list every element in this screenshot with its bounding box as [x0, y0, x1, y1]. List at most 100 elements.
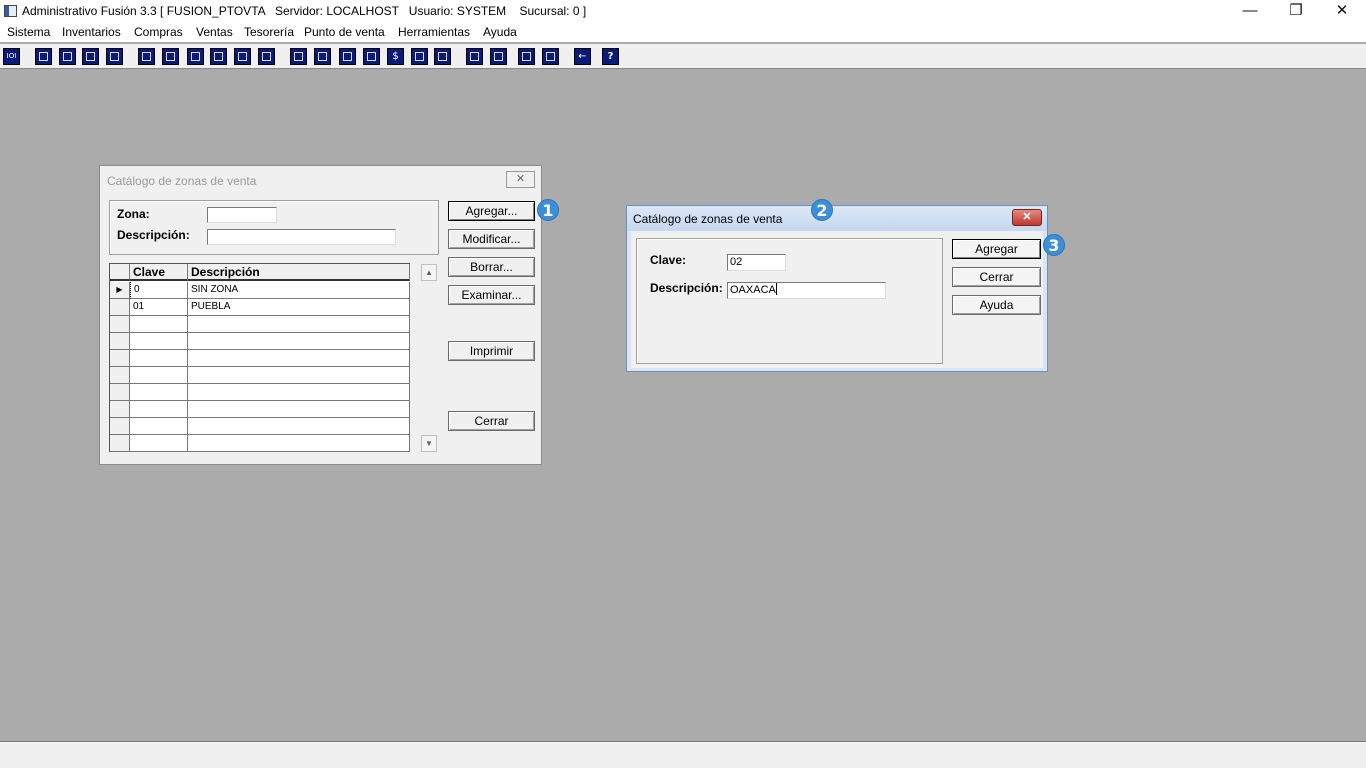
- cell-clave[interactable]: [130, 418, 188, 435]
- add-icon[interactable]: [363, 48, 380, 65]
- column-header-descripcion[interactable]: Descripción: [188, 264, 410, 281]
- cerrar-add-button[interactable]: Cerrar: [952, 267, 1041, 287]
- dollar-icon[interactable]: $: [387, 48, 404, 65]
- table-row[interactable]: [110, 384, 410, 401]
- cell-descripcion[interactable]: [188, 384, 410, 401]
- list-icon[interactable]: [258, 48, 275, 65]
- zoom-icon[interactable]: [106, 48, 123, 65]
- refresh-icon[interactable]: [518, 48, 535, 65]
- table-row[interactable]: [110, 316, 410, 333]
- menu-ayuda[interactable]: Ayuda: [483, 25, 517, 39]
- menu-compras[interactable]: Compras: [134, 25, 183, 39]
- cell-descripcion[interactable]: [188, 367, 410, 384]
- back-arrow-icon[interactable]: ←: [574, 48, 591, 65]
- user-icon[interactable]: [138, 48, 155, 65]
- modificar-button[interactable]: Modificar...: [448, 229, 535, 249]
- row-indicator[interactable]: [110, 350, 130, 367]
- cell-descripcion[interactable]: [188, 401, 410, 418]
- table-row[interactable]: [110, 367, 410, 384]
- cell-clave[interactable]: 01: [130, 299, 188, 316]
- agregar-button[interactable]: Agregar...: [448, 201, 535, 221]
- help-icon[interactable]: ?: [602, 48, 619, 65]
- cerrar-catalog-button[interactable]: Cerrar: [448, 411, 535, 431]
- cerrar-catalog-button-label: Cerrar: [474, 414, 509, 428]
- menu-punto-de-venta[interactable]: Punto de venta: [304, 25, 385, 39]
- home-icon[interactable]: [466, 48, 483, 65]
- row-indicator[interactable]: [110, 401, 130, 418]
- zona-input[interactable]: [207, 207, 277, 223]
- menu-sistema[interactable]: Sistema: [7, 25, 50, 39]
- row-indicator[interactable]: [110, 367, 130, 384]
- table-row[interactable]: [110, 435, 410, 452]
- cell-clave[interactable]: [130, 333, 188, 350]
- examinar-button[interactable]: Examinar...: [448, 285, 535, 305]
- page-icon[interactable]: [411, 48, 428, 65]
- clave-input[interactable]: 02: [727, 254, 786, 271]
- add-zone-dialog-close-button[interactable]: ✕: [1012, 209, 1042, 226]
- menu-herramientas[interactable]: Herramientas: [398, 25, 470, 39]
- imprimir-button-label: Imprimir: [469, 344, 514, 358]
- catalog-dialog-close-button[interactable]: ✕: [506, 171, 535, 188]
- cell-clave[interactable]: 0: [130, 282, 188, 299]
- cell-descripcion[interactable]: SIN ZONA: [188, 282, 410, 299]
- agregar-add-button[interactable]: Agregar: [952, 239, 1041, 259]
- search-icon[interactable]: [490, 48, 507, 65]
- cell-clave[interactable]: [130, 350, 188, 367]
- cell-descripcion[interactable]: [188, 333, 410, 350]
- row-indicator[interactable]: [110, 299, 130, 316]
- restore-button[interactable]: ❐: [1273, 0, 1319, 22]
- clave-label: Clave:: [650, 253, 687, 267]
- cell-descripcion[interactable]: [188, 418, 410, 435]
- table-row[interactable]: [110, 401, 410, 418]
- row-indicator[interactable]: [110, 418, 130, 435]
- table-row[interactable]: ▶ 0 SIN ZONA: [110, 282, 410, 299]
- menu-ventas[interactable]: Ventas: [196, 25, 233, 39]
- folder-icon[interactable]: [162, 48, 179, 65]
- cell-descripcion[interactable]: [188, 316, 410, 333]
- minimize-button[interactable]: —: [1227, 0, 1273, 22]
- ayuda-add-button[interactable]: Ayuda: [952, 295, 1041, 315]
- row-indicator[interactable]: [110, 333, 130, 350]
- zones-grid[interactable]: Clave Descripción ▶ 0 SIN ZONA 01 PUEBLA: [109, 263, 410, 452]
- row-indicator[interactable]: [110, 435, 130, 452]
- import-icon[interactable]: [339, 48, 356, 65]
- folder-open-icon[interactable]: [314, 48, 331, 65]
- printer-icon[interactable]: [210, 48, 227, 65]
- cell-clave[interactable]: [130, 367, 188, 384]
- ioi-icon[interactable]: IOI: [3, 48, 20, 65]
- cell-descripcion[interactable]: [188, 435, 410, 452]
- descripcion-add-input[interactable]: OAXACA: [727, 282, 886, 299]
- copy-icon[interactable]: [35, 48, 52, 65]
- imprimir-button[interactable]: Imprimir: [448, 341, 535, 361]
- descripcion-input[interactable]: [207, 229, 396, 245]
- cell-clave[interactable]: [130, 435, 188, 452]
- clipboard-icon[interactable]: [59, 48, 76, 65]
- row-indicator[interactable]: [110, 316, 130, 333]
- borrar-button-label: Borrar...: [470, 260, 513, 274]
- export-icon[interactable]: [187, 48, 204, 65]
- table-row[interactable]: [110, 350, 410, 367]
- undo-icon[interactable]: [542, 48, 559, 65]
- borrar-button[interactable]: Borrar...: [448, 257, 535, 277]
- scroll-down-button[interactable]: ▼: [421, 435, 437, 452]
- grid-scrollbar[interactable]: [421, 264, 438, 452]
- table-row[interactable]: 01 PUEBLA: [110, 299, 410, 316]
- menu-tesoreria[interactable]: Tesorería: [244, 25, 294, 39]
- cell-descripcion[interactable]: [188, 350, 410, 367]
- row-indicator[interactable]: [110, 384, 130, 401]
- scroll-up-button[interactable]: ▲: [421, 264, 437, 281]
- cell-clave[interactable]: [130, 316, 188, 333]
- close-button[interactable]: ✕: [1319, 0, 1365, 22]
- row-indicator[interactable]: ▶: [110, 282, 130, 299]
- menu-inventarios[interactable]: Inventarios: [62, 25, 121, 39]
- column-header-clave[interactable]: Clave: [130, 264, 188, 281]
- table-row[interactable]: [110, 418, 410, 435]
- cell-descripcion[interactable]: PUEBLA: [188, 299, 410, 316]
- document-icon[interactable]: [234, 48, 251, 65]
- table-row[interactable]: [110, 333, 410, 350]
- exchange-icon[interactable]: [82, 48, 99, 65]
- cell-clave[interactable]: [130, 384, 188, 401]
- binoculars-icon[interactable]: [290, 48, 307, 65]
- cell-clave[interactable]: [130, 401, 188, 418]
- table-icon[interactable]: [434, 48, 451, 65]
